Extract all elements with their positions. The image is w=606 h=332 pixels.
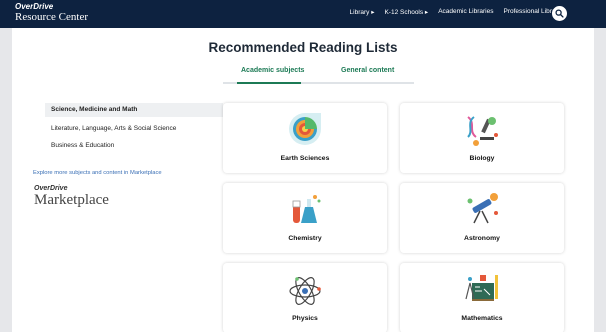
card-mathematics[interactable]: Mathematics <box>400 263 564 332</box>
card-biology[interactable]: Biology <box>400 103 564 173</box>
marketplace-logo-top: OverDrive <box>34 185 68 192</box>
brand-bottom-text: Resource Center <box>15 11 88 23</box>
search-button[interactable] <box>552 6 567 21</box>
tab-general-content[interactable]: General content <box>341 67 394 74</box>
brand-top-text: OverDrive <box>15 2 54 11</box>
astronomy-icon <box>467 193 498 224</box>
explore-marketplace-link[interactable]: Explore more subjects and content in Mar… <box>33 170 162 176</box>
card-physics[interactable]: Physics <box>223 263 387 332</box>
overdrive-logo[interactable]: OverDrive Resource Center <box>15 3 88 23</box>
nav-k12-schools[interactable]: K-12 Schools ▸ <box>384 8 428 16</box>
nav-library[interactable]: Library ▸ <box>350 8 375 16</box>
tab-academic-subjects[interactable]: Academic subjects <box>241 67 304 74</box>
nav-academic-libraries[interactable]: Academic Libraries <box>438 8 493 16</box>
chemistry-icon <box>292 195 321 223</box>
marketplace-logo-bottom: Marketplace <box>34 192 109 208</box>
card-label-earth-sciences: Earth Sciences <box>280 155 330 162</box>
subject-tabs: Academic subjects General content <box>223 66 414 84</box>
sidebar-item-literature-language-arts[interactable]: Literature, Language, Arts & Social Scie… <box>45 122 223 136</box>
page-title: Recommended Reading Lists <box>208 40 398 55</box>
search-icon <box>555 9 564 18</box>
sidebar-item-science-medicine-math[interactable]: Science, Medicine and Math <box>45 103 223 117</box>
card-earth-sciences[interactable]: Earth Sciences <box>223 103 387 173</box>
card-label-chemistry: Chemistry <box>288 235 322 242</box>
card-label-physics: Physics <box>292 315 318 322</box>
card-label-astronomy: Astronomy <box>464 235 500 242</box>
physics-icon <box>289 277 321 305</box>
card-chemistry[interactable]: Chemistry <box>223 183 387 253</box>
card-astronomy[interactable]: Astronomy <box>400 183 564 253</box>
card-label-biology: Biology <box>469 155 495 162</box>
marketplace-logo[interactable]: OverDrive Marketplace <box>34 185 109 208</box>
earth-sciences-icon <box>289 113 321 145</box>
top-nav: Library ▸ K-12 Schools ▸ Academic Librar… <box>350 8 566 16</box>
active-tab-indicator <box>237 82 301 84</box>
sidebar-item-business-education[interactable]: Business & Education <box>45 139 223 153</box>
biology-icon <box>467 116 498 146</box>
mathematics-icon <box>465 275 498 301</box>
top-header: OverDrive Resource Center Library ▸ K-12… <box>0 0 606 28</box>
card-label-mathematics: Mathematics <box>461 315 503 322</box>
